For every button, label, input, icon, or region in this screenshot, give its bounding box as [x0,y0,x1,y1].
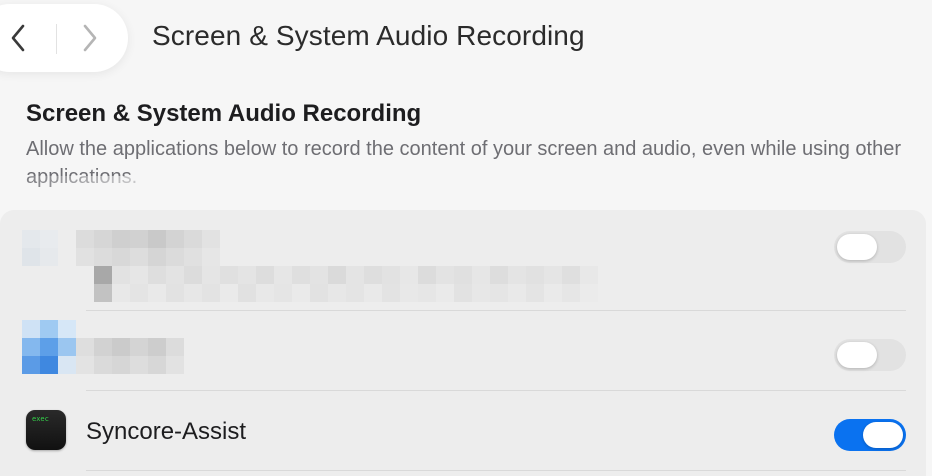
toggle-knob [837,342,877,368]
app-icon-label: exec [32,415,49,423]
redacted-app-icon [22,230,58,266]
settings-page: Screen & System Audio Recording Screen &… [0,0,932,476]
forward-button[interactable] [72,20,108,56]
app-permission-toggle[interactable] [834,419,906,451]
chevron-right-icon [83,24,97,52]
chevron-left-icon [11,24,25,52]
app-permission-toggle[interactable] [834,231,906,263]
redacted-app-icon [22,320,76,374]
redacted-app-name [76,230,220,266]
window-title: Screen & System Audio Recording [152,20,585,51]
redacted-app-name [76,338,184,374]
toggle-knob [863,422,903,448]
toggle-knob [837,234,877,260]
terminal-app-icon: exec [26,410,66,450]
back-button[interactable] [0,20,36,56]
nav-divider [56,24,57,54]
redaction-blur [0,176,320,202]
redacted-app-detail [94,266,598,302]
app-row [0,210,926,310]
app-permission-toggle[interactable] [834,339,906,371]
app-row [0,310,926,390]
navigation-buttons [0,4,128,72]
section-title: Screen & System Audio Recording [26,100,422,127]
row-separator [86,470,906,471]
app-row: exec Syncore-Assist [0,390,926,476]
app-name: Syncore-Assist [86,418,247,445]
